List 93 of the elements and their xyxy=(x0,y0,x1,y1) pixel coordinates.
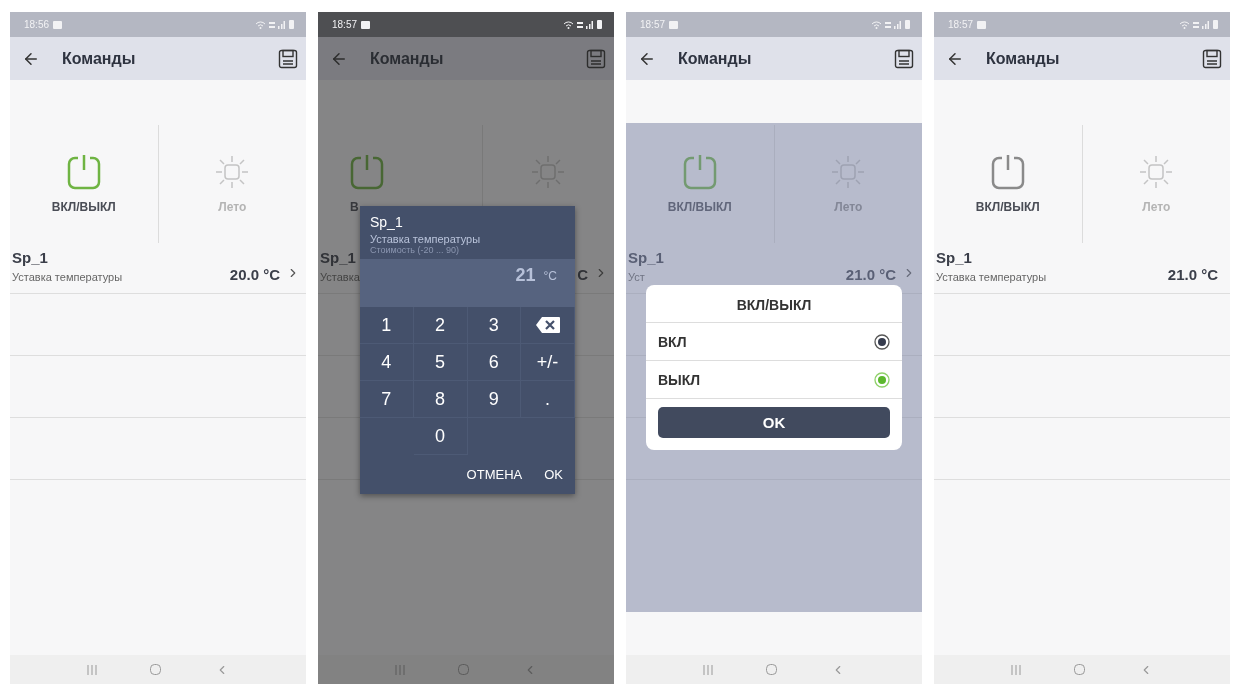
keypad-key[interactable]: 8 xyxy=(413,381,468,418)
status-time: 18:57 xyxy=(948,19,974,30)
setpoint-description: Уставка температуры xyxy=(936,271,1047,283)
setpoint-value: 21.0 °C xyxy=(845,266,896,283)
setpoint-description: Уст xyxy=(628,271,645,283)
home-icon[interactable] xyxy=(1074,664,1086,675)
home-icon[interactable] xyxy=(150,664,162,675)
status-time: 18:57 xyxy=(332,19,358,30)
sun-icon xyxy=(830,154,867,190)
dialog-button[interactable]: ОТМЕНА xyxy=(464,465,525,484)
keypad-key[interactable]: . xyxy=(521,381,575,418)
command-label: Лето xyxy=(1142,200,1171,214)
choice-option[interactable]: ВКЛ xyxy=(646,323,902,361)
setpoint-name: Sp_1 xyxy=(628,249,664,266)
option-label: ВЫКЛ xyxy=(658,371,701,388)
keypad-key[interactable]: 3 xyxy=(467,307,522,344)
command-tile[interactable]: ВКЛ/ВЫКЛ xyxy=(10,125,158,243)
wifi-icon xyxy=(564,20,573,29)
battery-icon xyxy=(1213,20,1218,29)
battery-icon xyxy=(289,20,294,29)
save-icon[interactable] xyxy=(278,48,298,69)
setpoint-value: C xyxy=(577,266,588,283)
dialog-subtitle: Уставка температуры xyxy=(370,233,482,245)
keypad-key[interactable]: 6 xyxy=(467,344,522,381)
setpoint-name: Sp_1 xyxy=(936,249,972,266)
screen-title: Команды xyxy=(678,49,753,68)
image-icon xyxy=(361,20,371,29)
save-icon[interactable] xyxy=(1202,48,1222,69)
setpoint-value: 21.0 °C xyxy=(1167,266,1218,283)
power-icon xyxy=(350,154,384,190)
setpoint-name: Sp_1 xyxy=(320,249,356,266)
home-icon[interactable] xyxy=(766,664,778,675)
dialog-button[interactable]: OK xyxy=(542,465,565,484)
command-label: ВКЛ/ВЫКЛ xyxy=(667,200,732,214)
backspace-icon xyxy=(534,316,561,334)
backspace-key[interactable] xyxy=(521,307,575,344)
radio-button[interactable] xyxy=(874,333,890,350)
signal-icon xyxy=(577,20,593,29)
signal-icon xyxy=(1193,20,1209,29)
setpoint-name: Sp_1 xyxy=(12,249,48,266)
image-icon xyxy=(669,20,679,29)
screen-title: Команды xyxy=(62,49,137,68)
setpoint-description: Уставка температуры xyxy=(12,271,123,283)
keypad-key[interactable]: 1 xyxy=(360,307,414,344)
sun-icon xyxy=(1138,154,1175,190)
range-hint: Стоимость (-20 ... 90) xyxy=(370,245,460,255)
wifi-icon xyxy=(256,20,265,29)
wifi-icon xyxy=(872,20,881,29)
command-label: В xyxy=(350,200,359,214)
keypad-key[interactable]: 0 xyxy=(413,418,468,455)
battery-icon xyxy=(597,20,602,29)
dialog-title: ВКЛ/ВЫКЛ xyxy=(646,285,902,323)
recent-apps-icon[interactable] xyxy=(1010,664,1021,675)
setpoint-description: Уставка xyxy=(320,271,360,283)
sun-icon xyxy=(214,154,251,190)
setpoint-row[interactable]: Sp_1 Уставка температуры 20.0 °C xyxy=(10,243,306,294)
home-icon[interactable] xyxy=(458,664,470,675)
unit-label: °C xyxy=(543,269,557,283)
screen-title: Команды xyxy=(370,49,445,68)
keypad-key[interactable]: 9 xyxy=(467,381,522,418)
setpoint-value: 20.0 °C xyxy=(229,266,280,283)
power-icon xyxy=(682,154,717,190)
ok-button[interactable]: OK xyxy=(658,407,890,438)
command-label: ВКЛ/ВЫКЛ xyxy=(975,200,1040,214)
signal-icon xyxy=(885,20,901,29)
radio-button[interactable] xyxy=(874,371,890,388)
dialog-title: Sp_1 xyxy=(370,214,404,230)
status-time: 18:57 xyxy=(640,19,666,30)
signal-icon xyxy=(269,20,285,29)
battery-icon xyxy=(905,20,910,29)
power-icon xyxy=(990,154,1025,190)
command-label: ВКЛ/ВЫКЛ xyxy=(51,200,116,214)
recent-apps-icon[interactable] xyxy=(86,664,97,675)
setpoint-row[interactable]: Sp_1 Уставка температуры 21.0 °C xyxy=(934,243,1230,294)
wifi-icon xyxy=(1180,20,1189,29)
save-icon[interactable] xyxy=(894,48,914,69)
keypad-key[interactable]: 7 xyxy=(360,381,414,418)
command-label: Лето xyxy=(218,200,247,214)
option-label: ВКЛ xyxy=(658,333,687,350)
status-time: 18:56 xyxy=(24,19,50,30)
recent-apps-icon[interactable] xyxy=(702,664,713,675)
entered-value: 21 xyxy=(515,265,536,286)
keypad-key[interactable]: 4 xyxy=(360,344,414,381)
screen-title: Команды xyxy=(986,49,1061,68)
image-icon xyxy=(977,20,987,29)
command-tile[interactable]: ВКЛ/ВЫКЛ xyxy=(934,125,1082,243)
keypad-key[interactable]: 5 xyxy=(413,344,468,381)
choice-option[interactable]: ВЫКЛ xyxy=(646,361,902,399)
sun-icon xyxy=(530,154,567,190)
power-icon xyxy=(66,154,101,190)
keypad-key[interactable]: 2 xyxy=(413,307,468,344)
keypad-key[interactable]: +/- xyxy=(521,344,575,381)
image-icon xyxy=(53,20,63,29)
